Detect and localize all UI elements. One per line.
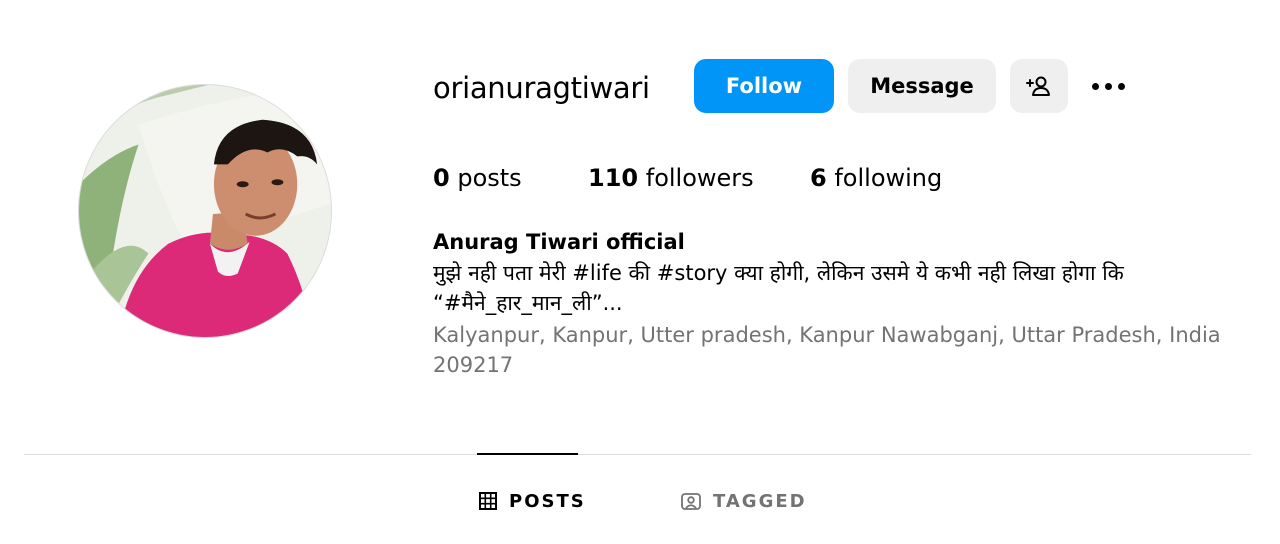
tab-tagged[interactable]: TAGGED [681, 486, 807, 516]
following-count-value: 6 [810, 164, 827, 192]
grid-icon [479, 492, 497, 510]
bio-line: “#मैने_हार_मान_ली”... [433, 291, 623, 315]
tagged-icon [681, 493, 701, 510]
tabs-divider [24, 454, 1251, 455]
suggest-similar-accounts-button[interactable] [1010, 59, 1068, 113]
posts-count: 0 posts [433, 160, 522, 196]
bio-text: मुझे नही पता मेरी #life की #story क्या ह… [433, 258, 1233, 318]
username: orianuragtiwari [433, 71, 650, 105]
ellipsis-dot [1104, 82, 1112, 90]
following-count-label: following [834, 164, 943, 192]
ellipsis-dot [1117, 82, 1125, 90]
profile-page: orianuragtiwari Follow Message 0 posts 1… [0, 0, 1280, 544]
followers-count-label: followers [645, 164, 754, 192]
followers-count-value: 110 [588, 164, 639, 192]
more-options-button[interactable] [1084, 64, 1132, 108]
tab-posts-label: POSTS [509, 490, 586, 512]
follow-button[interactable]: Follow [694, 59, 834, 113]
location-text: Kalyanpur, Kanpur, Utter pradesh, Kanpur… [433, 323, 1221, 377]
avatar-photo [79, 85, 331, 337]
profile-avatar[interactable] [78, 84, 332, 338]
tab-posts[interactable]: POSTS [479, 486, 586, 516]
active-tab-indicator [477, 453, 578, 455]
bio-line: मुझे नही पता मेरी #life की #story क्या ह… [433, 261, 1124, 285]
full-name: Anurag Tiwari official [433, 230, 685, 254]
posts-count-label: posts [457, 164, 522, 192]
message-button[interactable]: Message [848, 59, 996, 113]
ellipsis-icon [1091, 82, 1099, 90]
tab-tagged-label: TAGGED [713, 490, 807, 512]
followers-link[interactable]: 110 followers [588, 160, 754, 196]
posts-count-value: 0 [433, 164, 450, 192]
following-link[interactable]: 6 following [810, 160, 942, 196]
person-plus-icon [1026, 76, 1050, 96]
